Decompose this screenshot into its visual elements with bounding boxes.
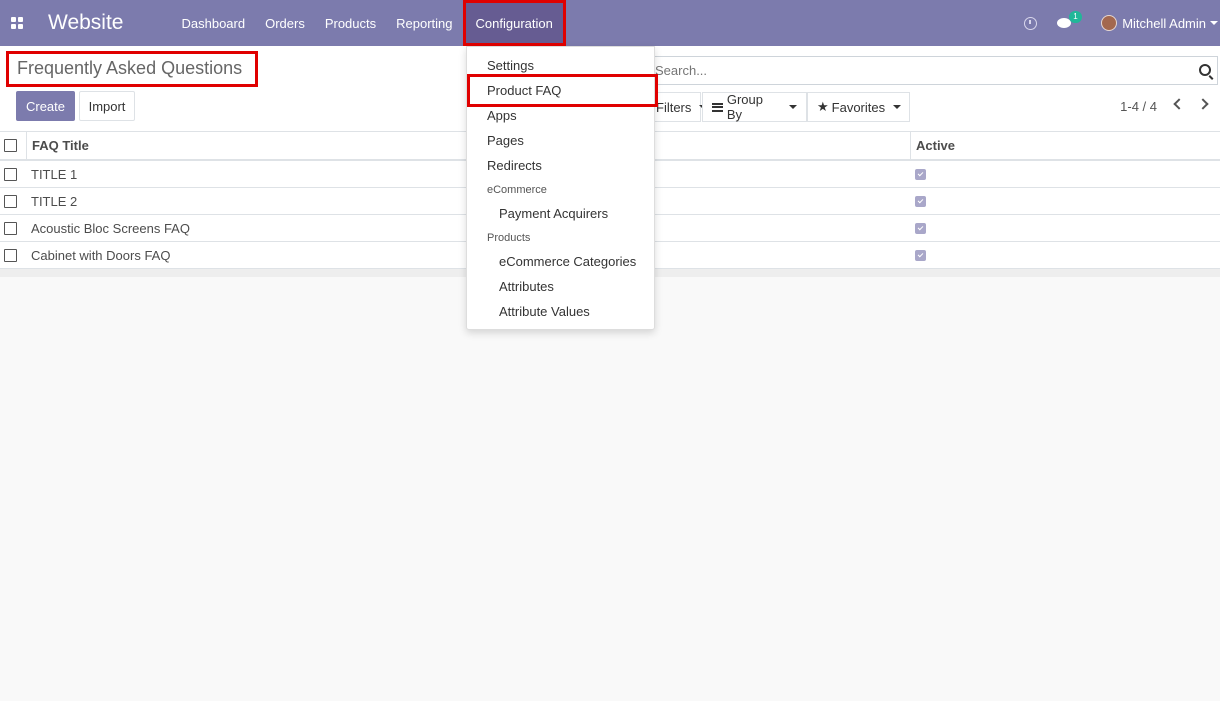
- create-button[interactable]: Create: [16, 91, 75, 121]
- navbar-systray: 1 Mitchell Admin: [1024, 0, 1220, 46]
- dropdown-item-ecommerce-categories[interactable]: eCommerce Categories: [499, 254, 636, 269]
- active-checkbox: [915, 195, 926, 207]
- menu-orders[interactable]: Orders: [255, 0, 315, 46]
- chevron-down-icon: [893, 105, 902, 109]
- bars-icon: [712, 102, 723, 112]
- row-checkbox[interactable]: [4, 221, 17, 235]
- groupby-label: Group By: [726, 92, 763, 122]
- active-checkbox: [915, 222, 926, 234]
- dropdown-item-redirects[interactable]: Redirects: [487, 158, 542, 173]
- menu-reporting[interactable]: Reporting: [386, 0, 462, 46]
- apps-menu-button[interactable]: [0, 0, 34, 46]
- favorites-button[interactable]: ★ Favorites: [807, 92, 910, 122]
- filters-label: Filters: [656, 99, 692, 115]
- dropdown-item-pages[interactable]: Pages: [487, 133, 524, 148]
- chevron-down-icon: [789, 105, 797, 109]
- menu-dashboard[interactable]: Dashboard: [171, 0, 255, 46]
- activity-clock-icon[interactable]: [1024, 16, 1038, 30]
- chevron-left-icon[interactable]: [1173, 98, 1185, 110]
- menu-products[interactable]: Products: [315, 0, 386, 46]
- row-checkbox[interactable]: [4, 194, 17, 208]
- product-faq-highlight: [467, 74, 658, 107]
- faq-title-cell: TITLE 2: [31, 193, 78, 209]
- dropdown-header-ecommerce: eCommerce: [487, 184, 547, 196]
- search-icon[interactable]: [1199, 64, 1211, 76]
- breadcrumb: Frequently Asked Questions: [6, 51, 258, 87]
- dropdown-item-payment-acquirers[interactable]: Payment Acquirers: [499, 206, 608, 221]
- search-input[interactable]: [651, 57, 1171, 84]
- groupby-button[interactable]: Group By: [702, 92, 807, 122]
- active-checkbox: [915, 168, 926, 180]
- configuration-dropdown: Settings Product FAQ Apps Pages Redirect…: [466, 46, 658, 330]
- select-all-checkbox[interactable]: [4, 139, 17, 152]
- row-checkbox[interactable]: [4, 167, 17, 181]
- top-navbar: Website Dashboard Orders Products Report…: [0, 0, 1220, 46]
- import-button[interactable]: Import: [79, 91, 135, 121]
- chevron-down-icon[interactable]: [1210, 21, 1218, 25]
- main-menu: Dashboard Orders Products Reporting Conf…: [171, 0, 566, 46]
- app-title: Website: [48, 11, 124, 34]
- column-header-title[interactable]: FAQ Title: [32, 138, 89, 153]
- user-menu-name[interactable]: Mitchell Admin: [1122, 16, 1206, 31]
- faq-title-cell: Cabinet with Doors FAQ: [31, 247, 171, 263]
- dropdown-header-products: Products: [487, 232, 531, 244]
- dropdown-item-attribute-values[interactable]: Attribute Values: [499, 304, 590, 319]
- dropdown-item-apps[interactable]: Apps: [487, 108, 517, 123]
- dropdown-item-attributes[interactable]: Attributes: [499, 279, 554, 294]
- row-checkbox[interactable]: [4, 248, 17, 262]
- faq-title-cell: TITLE 1: [31, 166, 78, 182]
- chevron-right-icon[interactable]: [1197, 98, 1209, 110]
- user-avatar[interactable]: [1101, 15, 1118, 31]
- faq-title-cell: Acoustic Bloc Screens FAQ: [31, 220, 190, 236]
- grid-icon: [11, 17, 23, 29]
- search-box: [650, 56, 1218, 85]
- star-icon: ★: [817, 99, 829, 114]
- active-checkbox: [915, 249, 926, 261]
- dropdown-item-settings[interactable]: Settings: [487, 58, 534, 73]
- column-header-active[interactable]: Active: [916, 138, 955, 153]
- chat-badge: 1: [1069, 11, 1082, 23]
- favorites-label: Favorites: [831, 99, 886, 115]
- messaging-chat-icon[interactable]: 1: [1057, 11, 1082, 29]
- pager-value[interactable]: 1-4 / 4: [1120, 99, 1157, 114]
- menu-configuration[interactable]: Configuration: [462, 0, 566, 46]
